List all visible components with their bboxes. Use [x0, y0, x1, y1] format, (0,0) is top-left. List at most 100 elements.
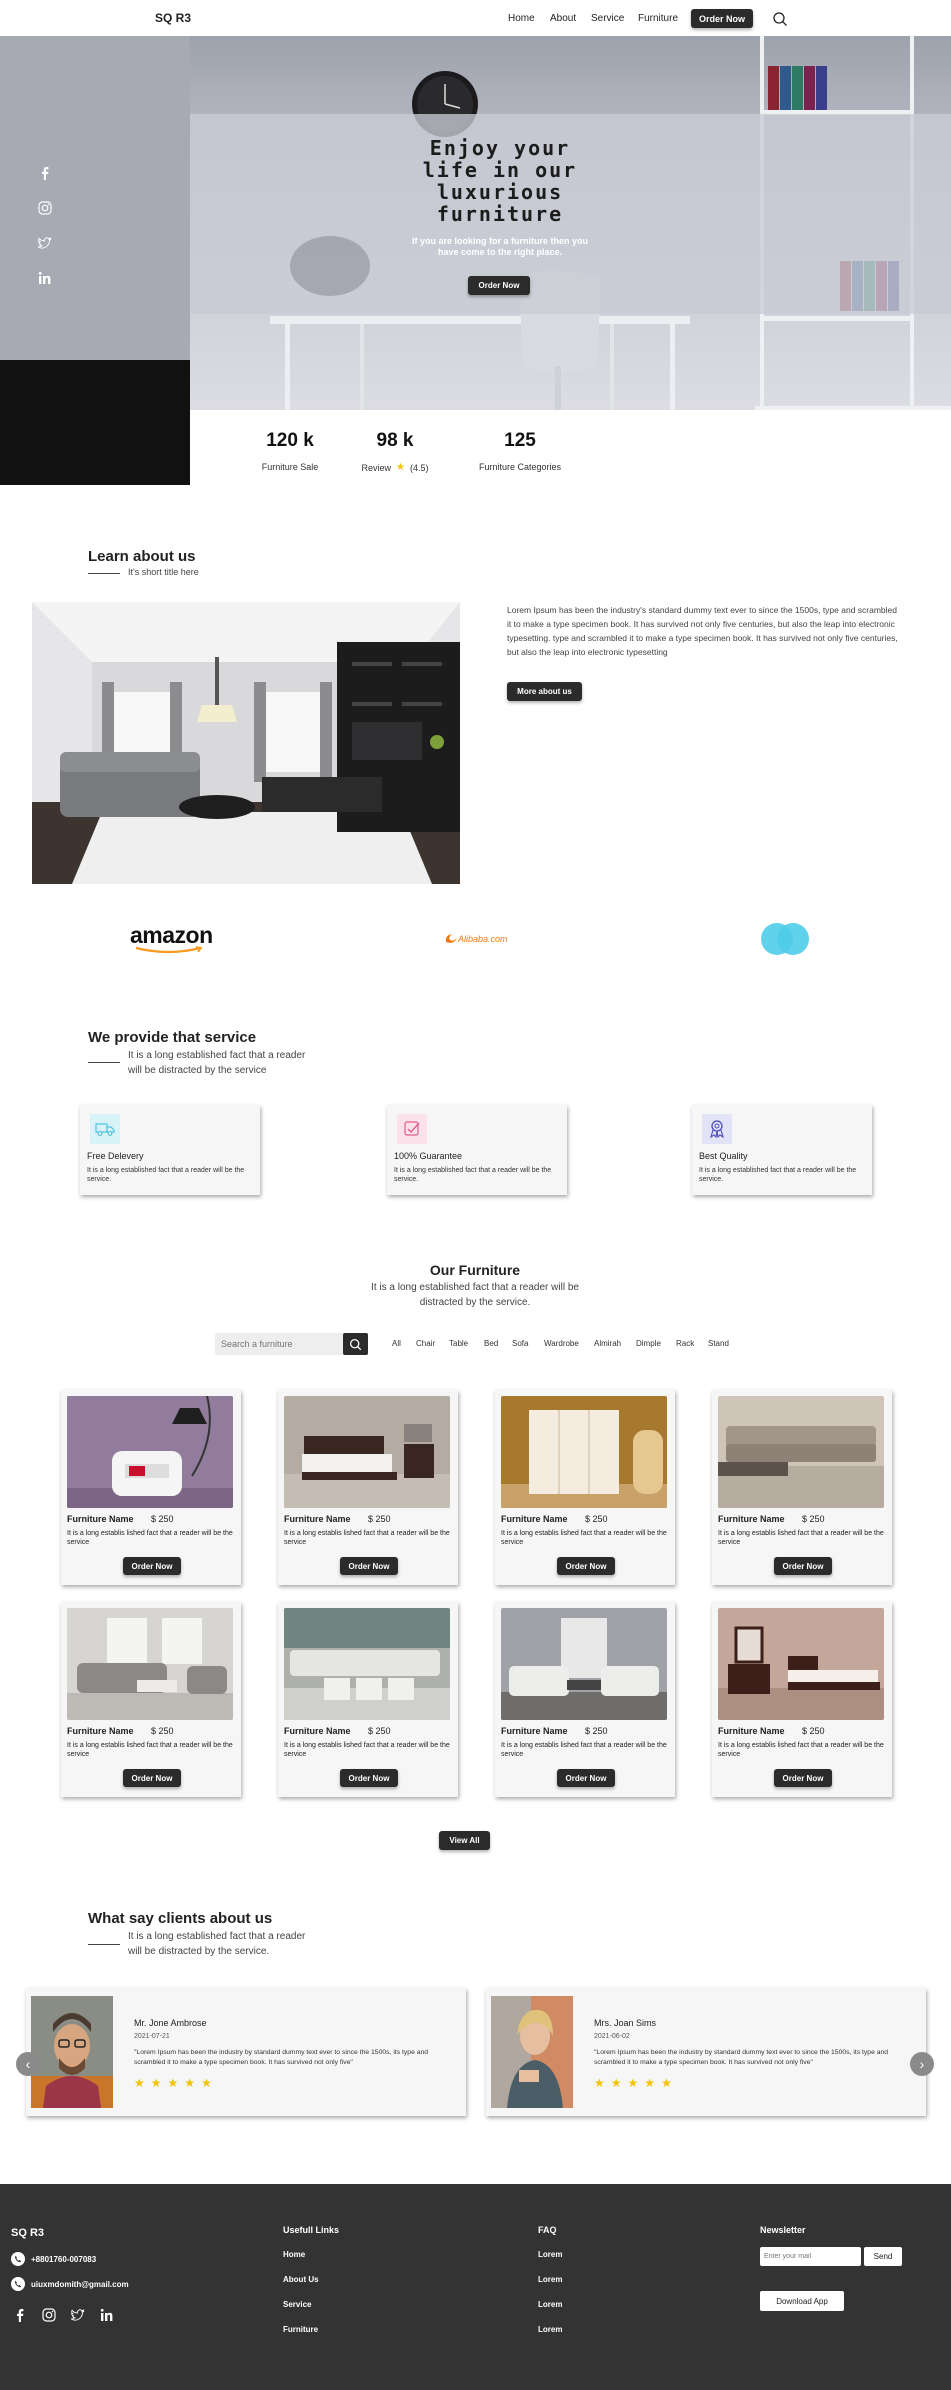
furniture-name: Furniture Name — [284, 1726, 351, 1736]
instagram-icon[interactable] — [38, 201, 52, 215]
furniture-name: Furniture Name — [67, 1726, 134, 1736]
filter-all[interactable]: All — [392, 1339, 401, 1348]
client-name: Mr. Jone Ambrose — [134, 2018, 207, 2028]
footer-link-about[interactable]: About Us — [283, 2275, 319, 2284]
service-card-guarantee[interactable]: 100% Guarantee It is a long established … — [387, 1105, 567, 1195]
filter-rack[interactable]: Rack — [676, 1339, 694, 1348]
download-app-button[interactable]: Download App — [760, 2291, 844, 2311]
brand-logo[interactable]: SQ R3 — [155, 11, 191, 25]
footer-faq-item[interactable]: Lorem — [538, 2325, 562, 2334]
order-now-button[interactable]: Order Now — [774, 1557, 832, 1575]
phone-text[interactable]: +8801760-007083 — [31, 2255, 96, 2264]
stat-value: 120 k — [266, 430, 314, 451]
alibaba-logo: Alibaba.com — [444, 930, 534, 948]
furniture-desc: It is a long establis lished fact that a… — [284, 1742, 450, 1758]
furniture-card[interactable]: Furniture Name $ 250 It is a long establ… — [495, 1390, 675, 1585]
order-now-button[interactable]: Order Now — [557, 1557, 615, 1575]
linkedin-icon[interactable] — [38, 271, 52, 285]
service-card-quality[interactable]: Best Quality It is a long established fa… — [692, 1105, 872, 1195]
filter-bed[interactable]: Bed — [484, 1339, 498, 1348]
order-now-button[interactable]: Order Now — [557, 1769, 615, 1787]
hero-order-button[interactable]: Order Now — [468, 276, 530, 295]
furniture-card[interactable]: Furniture Name $ 250 It is a long establ… — [278, 1390, 458, 1585]
client-quote: "Lorem Ipsum has been the industry by st… — [134, 2049, 429, 2066]
furniture-image — [67, 1608, 233, 1720]
furniture-card[interactable]: Furniture Name $ 250 It is a long establ… — [61, 1602, 241, 1797]
furniture-subtitle-line: distracted by the service. — [419, 1297, 531, 1308]
filter-dimple[interactable]: Dimple — [636, 1339, 661, 1348]
client-name: Mrs. Joan Sims — [594, 2018, 657, 2028]
facebook-icon[interactable] — [13, 2308, 27, 2322]
order-now-button[interactable]: Order Now — [123, 1769, 181, 1787]
view-all-button[interactable]: View All — [439, 1831, 490, 1850]
linkedin-icon[interactable] — [100, 2308, 114, 2322]
service-card-delivery[interactable]: Free Delevery It is a long established f… — [80, 1105, 260, 1195]
search-icon[interactable] — [772, 11, 788, 27]
hero-title: Enjoy your life in our luxurious furnitu… — [330, 137, 670, 225]
furniture-card[interactable]: Furniture Name $ 250 It is a long establ… — [712, 1602, 892, 1797]
nav-order-button[interactable]: Order Now — [691, 9, 753, 28]
filter-sofa[interactable]: Sofa — [512, 1339, 528, 1348]
about-title: Learn about us — [88, 548, 196, 565]
nav-service[interactable]: Service — [591, 13, 624, 24]
furniture-image — [67, 1396, 233, 1508]
order-now-button[interactable]: Order Now — [123, 1557, 181, 1575]
testimonials-subtitle-line: It is a long established fact that a rea… — [128, 1931, 306, 1942]
order-now-button[interactable]: Order Now — [340, 1769, 398, 1787]
footer-link-service[interactable]: Service — [283, 2300, 311, 2309]
award-icon — [702, 1114, 732, 1144]
search-input[interactable] — [221, 1336, 336, 1352]
furniture-card[interactable]: Furniture Name $ 250 It is a long establ… — [278, 1602, 458, 1797]
stat-rating: (4.5) — [409, 462, 429, 473]
stat-value: 98 k — [376, 430, 414, 451]
footer-faq-item[interactable]: Lorem — [538, 2300, 562, 2309]
furniture-search — [215, 1333, 368, 1355]
furniture-card[interactable]: Furniture Name $ 250 It is a long establ… — [712, 1390, 892, 1585]
filter-table[interactable]: Table — [449, 1339, 468, 1348]
about-more-button[interactable]: More about us — [507, 682, 582, 701]
order-now-button[interactable]: Order Now — [774, 1769, 832, 1787]
footer-faq-item[interactable]: Lorem — [538, 2250, 562, 2259]
footer-link-furniture[interactable]: Furniture — [283, 2325, 318, 2334]
filter-wardrobe[interactable]: Wardrobe — [544, 1339, 579, 1348]
furniture-desc: It is a long establis lished fact that a… — [67, 1530, 233, 1546]
email-text[interactable]: uiuxmdomith@gmail.com — [31, 2280, 129, 2289]
nav-furniture[interactable]: Furniture — [638, 13, 678, 24]
testimonials-subtitle-line: will be distracted by the service. — [128, 1946, 270, 1957]
avatar — [491, 1996, 573, 2108]
furniture-card[interactable]: Furniture Name $ 250 It is a long establ… — [61, 1390, 241, 1585]
filter-stand[interactable]: Stand — [708, 1339, 729, 1348]
testimonials-subtitle: It is a long established fact that a rea… — [128, 1929, 305, 1959]
header: SQ R3 Home About Service Furniture Order… — [0, 0, 951, 36]
footer-faq-item[interactable]: Lorem — [538, 2275, 562, 2284]
furniture-card[interactable]: Furniture Name $ 250 It is a long establ… — [495, 1602, 675, 1797]
about-text: Lorem Ipsum has been the industry's stan… — [507, 605, 898, 657]
services-underline — [88, 1062, 120, 1063]
about-subtitle: It's short title here — [128, 567, 199, 577]
furniture-subtitle: It is a long established fact that a rea… — [345, 1280, 605, 1310]
nav-home[interactable]: Home — [508, 13, 535, 24]
twitter-icon[interactable] — [71, 2308, 85, 2322]
filter-almirah[interactable]: Almirah — [594, 1339, 621, 1348]
star-icon: ★ — [594, 2076, 605, 2090]
carousel-prev-button[interactable]: ‹ — [16, 2052, 40, 2076]
service-title: Best Quality — [699, 1151, 748, 1161]
order-now-button[interactable]: Order Now — [340, 1557, 398, 1575]
facebook-icon[interactable] — [38, 166, 52, 180]
footer-link-home[interactable]: Home — [283, 2250, 305, 2259]
carousel-next-button[interactable]: › — [910, 2052, 934, 2076]
newsletter-send-button[interactable]: Send — [864, 2247, 902, 2266]
stat-review: 98 k Review ★ (4.5) — [350, 430, 440, 473]
twitter-icon[interactable] — [37, 236, 52, 250]
footer: SQ R3 +8801760-007083 uiuxmdomith@gmail.… — [0, 2184, 951, 2390]
instagram-icon[interactable] — [42, 2308, 56, 2322]
nav-about[interactable]: About — [550, 13, 576, 24]
filter-chair[interactable]: Chair — [416, 1339, 435, 1348]
furniture-name: Furniture Name — [718, 1726, 785, 1736]
furniture-price: $ 250 — [368, 1514, 391, 1524]
search-button[interactable] — [343, 1333, 368, 1355]
services-subtitle-line: It is a long established fact that a rea… — [128, 1050, 306, 1061]
star-icon: ★ — [150, 2076, 162, 2090]
hero-title-line: Enjoy your — [429, 136, 571, 160]
newsletter-email-input[interactable] — [760, 2247, 861, 2266]
